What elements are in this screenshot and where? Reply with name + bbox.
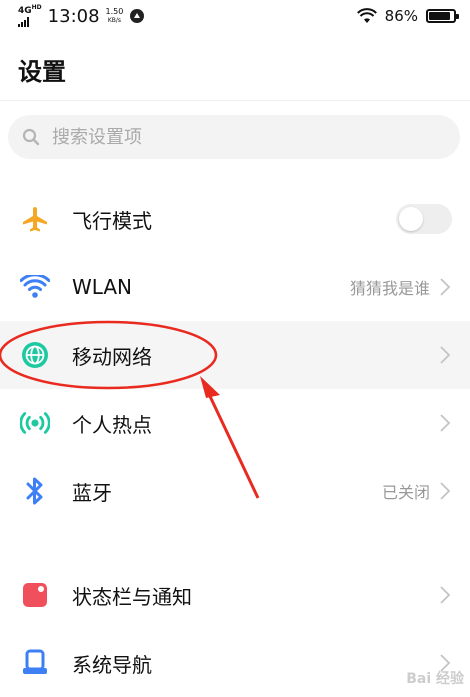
- notification-icon: [20, 580, 50, 610]
- chevron-right-icon: [440, 586, 451, 604]
- signal-icon: [18, 17, 29, 27]
- airplane-mode-toggle[interactable]: [396, 204, 452, 234]
- settings-item-label: 移动网络: [72, 344, 152, 369]
- settings-item-bluetooth[interactable]: 蓝牙 已关闭: [0, 457, 470, 525]
- settings-item-wlan[interactable]: WLAN 猜猜我是谁: [0, 253, 470, 321]
- page-title: 设置: [18, 58, 66, 86]
- globe-icon: [20, 340, 50, 370]
- battery-percent: 86%: [384, 7, 418, 25]
- settings-item-system-navigation[interactable]: 系统导航: [0, 629, 470, 697]
- bluetooth-icon: [20, 476, 50, 506]
- status-time: 13:08: [47, 5, 100, 27]
- network-hd: HD: [31, 4, 42, 11]
- battery-icon: [426, 9, 459, 23]
- chevron-right-icon: [440, 482, 451, 500]
- network-type: 4G: [18, 6, 32, 16]
- settings-item-airplane-mode[interactable]: 飞行模式: [0, 185, 470, 253]
- search-input[interactable]: [50, 125, 434, 149]
- settings-item-label: 系统导航: [72, 652, 152, 677]
- network-indicator: 4GHD: [18, 5, 42, 27]
- status-bar: 4GHD 13:08 1.50 KB/s 86%: [0, 0, 470, 32]
- watermark-text: Bai 经验: [406, 671, 464, 687]
- watermark: Bai 经验: [406, 668, 464, 688]
- settings-item-label: 个人热点: [72, 412, 152, 437]
- search-box[interactable]: [8, 115, 460, 159]
- chevron-right-icon: [440, 346, 451, 364]
- settings-item-label: 蓝牙: [72, 480, 112, 505]
- airplane-icon: [20, 204, 50, 234]
- chevron-right-icon: [440, 278, 451, 296]
- navigation-icon: [20, 648, 50, 678]
- toggle-knob: [399, 207, 423, 231]
- settings-item-personal-hotspot[interactable]: 个人热点: [0, 389, 470, 457]
- wifi-icon: [20, 272, 50, 302]
- settings-item-label: WLAN: [72, 275, 133, 299]
- status-left: 4GHD 13:08 1.50 KB/s: [18, 5, 145, 27]
- speed-unit: KB/s: [107, 17, 122, 24]
- header-divider: [0, 100, 470, 101]
- status-right: 86%: [356, 7, 459, 25]
- network-speed: 1.50 KB/s: [106, 7, 124, 25]
- hotspot-icon: [20, 408, 50, 438]
- settings-item-label: 状态栏与通知: [72, 584, 192, 609]
- wlan-network-name: 猜猜我是谁: [349, 279, 430, 298]
- bluetooth-status: 已关闭: [381, 483, 430, 502]
- settings-item-status-bar-notifications[interactable]: 状态栏与通知: [0, 561, 470, 629]
- search-icon: [22, 128, 40, 146]
- settings-item-mobile-network[interactable]: 移动网络: [0, 321, 470, 389]
- wifi-status-icon: [356, 8, 377, 23]
- settings-item-label: 飞行模式: [72, 208, 152, 233]
- app-notification-icon: [130, 9, 145, 23]
- chevron-right-icon: [440, 414, 451, 432]
- speed-value: 1.50: [105, 7, 124, 16]
